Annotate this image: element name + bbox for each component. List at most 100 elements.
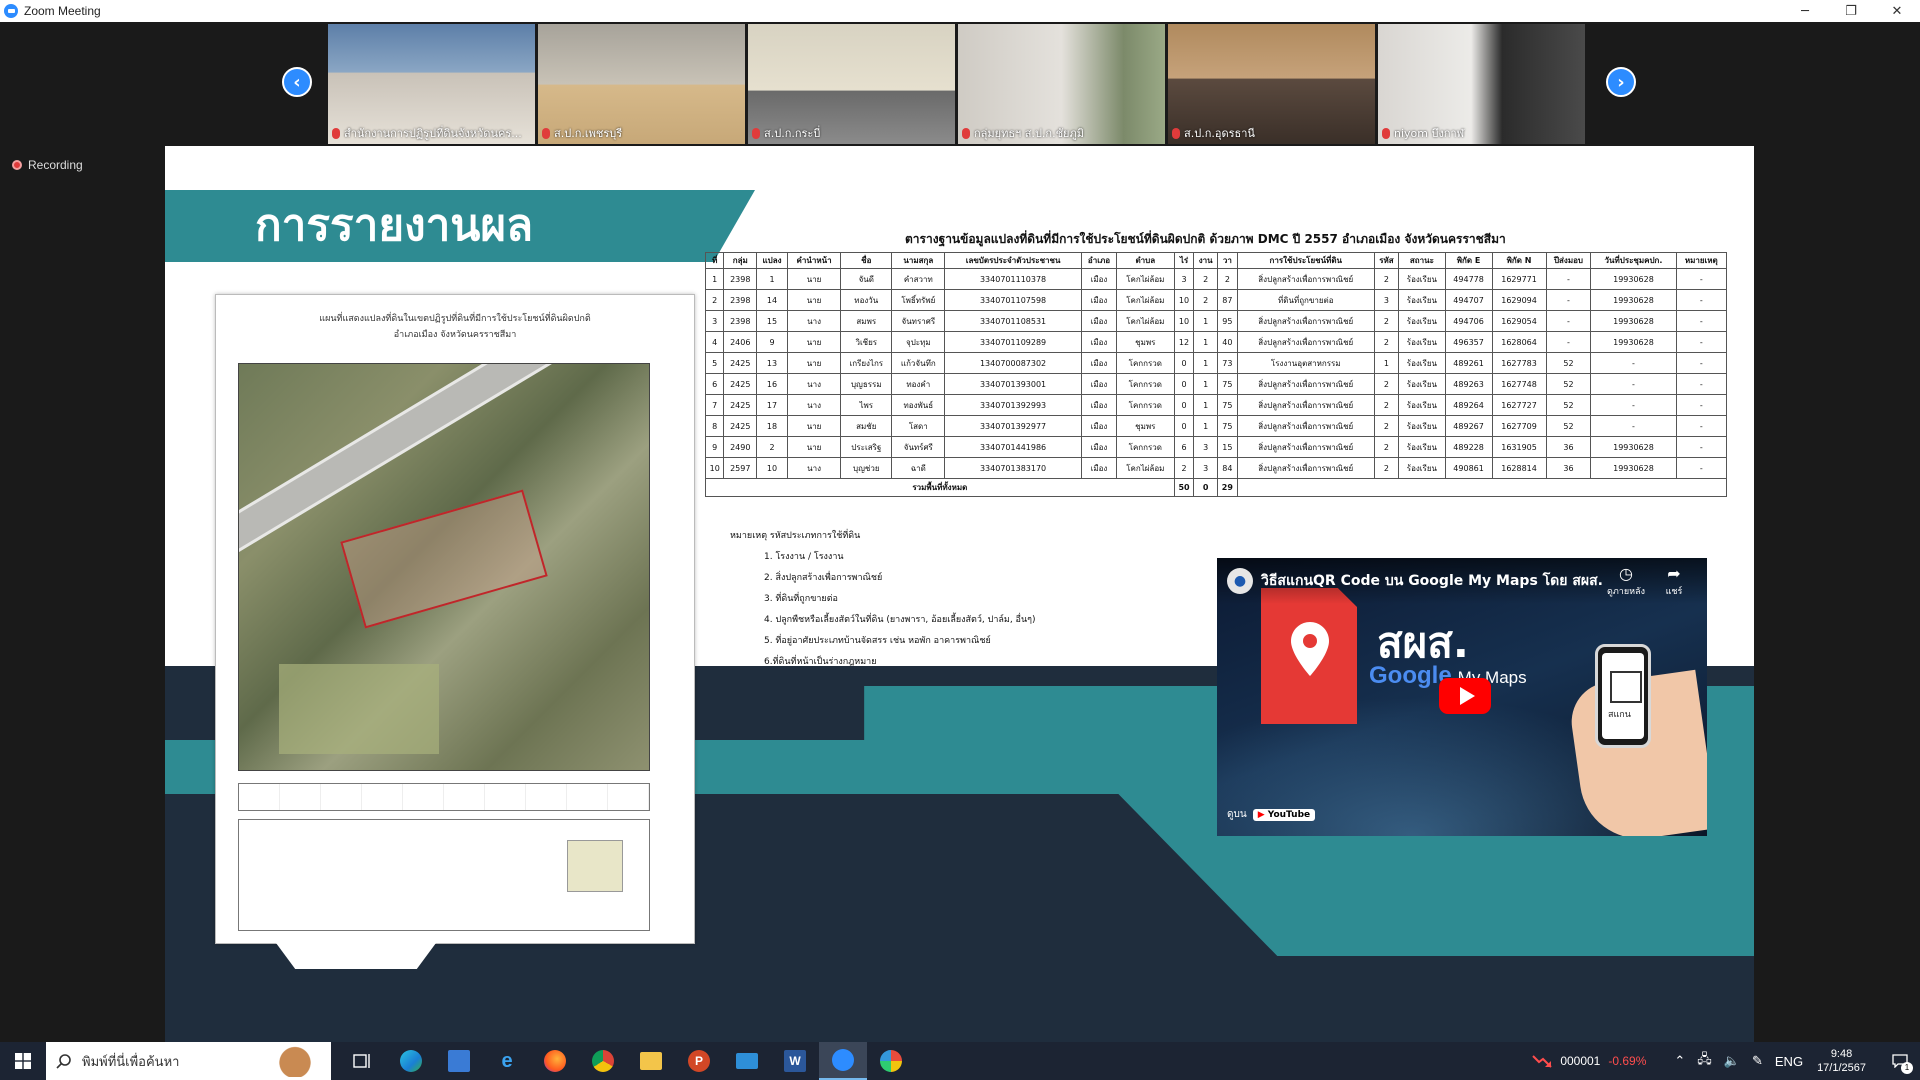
table-cell: 3340701108531 [944, 310, 1082, 332]
table-cell: - [1545, 289, 1592, 311]
zoom-app-button[interactable] [819, 1042, 867, 1080]
table-cell: 1629771 [1491, 268, 1547, 290]
powerpoint-app-button[interactable]: P [675, 1042, 723, 1080]
table-cell: 489264 [1444, 394, 1493, 416]
participant-video-tile[interactable]: กลุ่มยุทธฯ ส.ป.ก.ชัยภูมิ [958, 24, 1165, 144]
chrome-app-button[interactable] [579, 1042, 627, 1080]
search-highlight-image [271, 1045, 331, 1077]
table-cell: - [1590, 394, 1677, 416]
next-page-button[interactable]: › [1606, 67, 1636, 97]
table-cell: นาย [786, 352, 842, 374]
previous-page-button[interactable]: ‹ [282, 67, 312, 97]
table-cell: 1 [1193, 352, 1218, 374]
table-cell: 2490 [723, 436, 758, 458]
satellite-image [238, 363, 650, 771]
start-button[interactable] [0, 1042, 46, 1080]
participant-name: ส.ป.ก.อุดรธานี [1184, 127, 1255, 140]
play-button[interactable] [1439, 678, 1491, 714]
close-button[interactable]: ✕ [1874, 0, 1920, 22]
volume-icon[interactable]: 🔈 [1724, 1053, 1740, 1069]
table-cell: 2 [1373, 415, 1400, 437]
remark-item: 1. โรงงาน / โรงงาน [764, 552, 844, 562]
participant-name: สำนักงานการปฏิรูปที่ดินจังหวัดนคร... [344, 127, 522, 140]
table-cell: 2398 [723, 289, 758, 311]
zoom-icon [832, 1049, 854, 1071]
chevron-left-icon: ‹ [293, 71, 301, 93]
recording-indicator[interactable]: Recording [12, 158, 83, 172]
language-indicator[interactable]: ENG [1775, 1054, 1803, 1069]
word-app-button[interactable]: W [771, 1042, 819, 1080]
video-title[interactable]: วิธีสแกนQR Code บน Google My Maps โดย สผ… [1261, 570, 1603, 592]
table-cell: จันทราศรี [891, 310, 946, 332]
edge-icon [400, 1050, 422, 1072]
taskbar-search-box[interactable]: พิมพ์ที่นี่เพื่อค้นหา [46, 1042, 331, 1080]
table-cell: 2 [756, 436, 788, 458]
table-cell: สิ่งปลูกสร้างเพื่อการพาณิชย์ [1236, 268, 1375, 290]
share-arrow-icon: ➦ [1667, 564, 1681, 583]
participant-label: niyom บึงกาฬ [1382, 124, 1581, 142]
restore-button[interactable]: ❐ [1828, 0, 1874, 22]
participant-video-tile[interactable]: ส.ป.ก.กระบี่ [748, 24, 955, 144]
pen-icon[interactable]: ✎ [1752, 1053, 1763, 1069]
stock-change: -0.69% [1608, 1054, 1647, 1068]
table-cell: 19930628 [1590, 289, 1677, 311]
table-cell: เมือง [1080, 373, 1118, 395]
recording-label: Recording [28, 158, 83, 172]
table-cell: 2425 [723, 394, 758, 416]
share-button[interactable]: ➦ แชร์ [1649, 564, 1699, 598]
table-cell: 3340701441986 [944, 436, 1082, 458]
table-cell: - [1675, 289, 1728, 311]
table-cell: 75 [1216, 394, 1238, 416]
table-cell: 87 [1216, 289, 1238, 311]
paint-app-button[interactable] [867, 1042, 915, 1080]
table-cell: โคกกรวด [1116, 352, 1175, 374]
meeting-area: ‹ สำนักงานการปฏิรูปที่ดินจังหวัดนคร... ส… [0, 22, 1920, 1062]
participant-video-tile[interactable]: ส.ป.ก.อุดรธานี [1168, 24, 1375, 144]
table-header-cell: ที่ [704, 252, 725, 269]
table-cell: 3340701107598 [944, 289, 1082, 311]
table-cell: 489267 [1444, 415, 1493, 437]
table-cell: เกรียงไกร [840, 352, 893, 374]
watch-on-youtube[interactable]: ดูบน ▶ YouTube [1227, 807, 1316, 822]
table-cell: นาย [786, 331, 842, 353]
file-explorer-app-button[interactable] [627, 1042, 675, 1080]
table-header-cell: พิกัด N [1491, 252, 1547, 269]
map-title: แผนที่แสดงแปลงที่ดินในเขตปฏิรูปที่ดินที่… [319, 314, 591, 324]
youtube-embed[interactable]: สผส. Google My Maps สแกน ● วิธีสแกนQR Cod… [1217, 558, 1707, 836]
participant-name: กลุ่มยุทธฯ ส.ป.ก.ชัยภูมิ [974, 127, 1084, 140]
table-cell: 2425 [723, 373, 758, 395]
stock-widget[interactable]: 000001 -0.69% [1532, 1053, 1646, 1069]
participant-label: กลุ่มยุทธฯ ส.ป.ก.ชัยภูมิ [962, 124, 1161, 142]
participant-name: niyom บึงกาฬ [1394, 127, 1465, 140]
minimize-button[interactable]: ─ [1782, 0, 1828, 22]
table-cell: 3340701392993 [944, 394, 1082, 416]
task-view-button[interactable] [339, 1042, 387, 1080]
show-hidden-icons-chevron-icon[interactable]: ⌃ [1674, 1053, 1685, 1069]
table-cell: เมือง [1080, 457, 1118, 479]
store-app-button[interactable] [435, 1042, 483, 1080]
participant-video-tile[interactable]: ส.ป.ก.เพชรบุรี [538, 24, 745, 144]
participant-video-tile[interactable]: สำนักงานการปฏิรูปที่ดินจังหวัดนคร... [328, 24, 535, 144]
taskbar-clock[interactable]: 9:48 17/1/2567 [1817, 1047, 1866, 1075]
table-cell: 1628814 [1491, 457, 1547, 479]
participant-label: ส.ป.ก.กระบี่ [752, 124, 951, 142]
table-row: 9 2490 2 นาย ประเสริฐ จันทร์ศรี 3340701441986 เ… [704, 436, 1728, 458]
locator-map-inset [567, 840, 623, 892]
watch-later-button[interactable]: ◷ ดูภายหลัง [1601, 564, 1651, 598]
phone-screen: สแกน [1602, 653, 1644, 739]
action-center-button[interactable]: 1 [1880, 1042, 1920, 1080]
table-header-row: ที่ กลุ่ม แปลง คำนำหน้า ชื่อ นามสกุล เลขบัตรปร… [704, 252, 1728, 269]
table-cell: 8 [704, 415, 725, 437]
table-header-cell: หมายเหตุ [1675, 252, 1728, 269]
firefox-app-button[interactable] [531, 1042, 579, 1080]
table-cell: 52 [1545, 394, 1592, 416]
participant-video-tile[interactable]: niyom บึงกาฬ [1378, 24, 1585, 144]
chrome-icon [592, 1050, 614, 1072]
network-icon[interactable]: 🖧 [1697, 1050, 1712, 1072]
internet-explorer-app-button[interactable]: e [483, 1042, 531, 1080]
table-cell: 19930628 [1590, 331, 1677, 353]
table-cell: 15 [756, 310, 788, 332]
channel-avatar[interactable]: ● [1227, 568, 1253, 594]
mail-app-button[interactable] [723, 1042, 771, 1080]
edge-app-button[interactable] [387, 1042, 435, 1080]
